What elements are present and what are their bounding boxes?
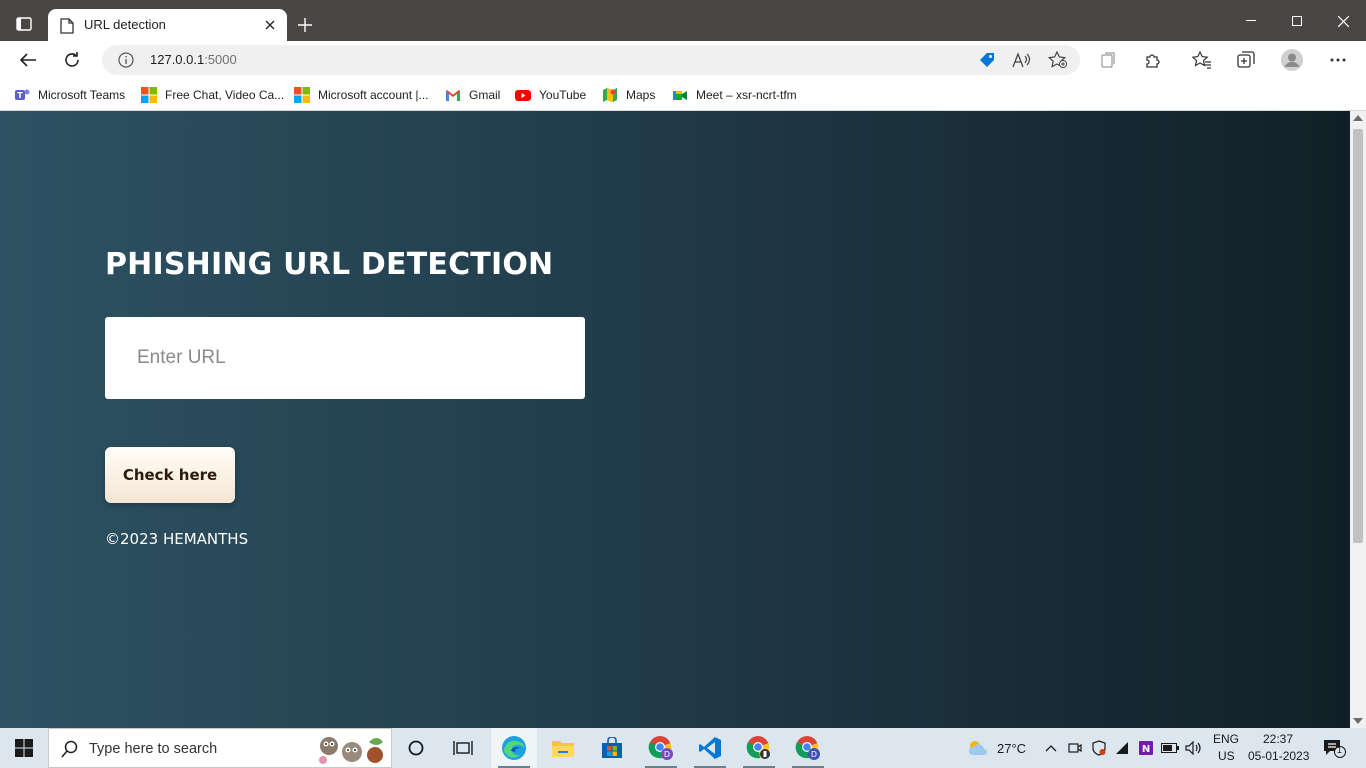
volume-icon[interactable] bbox=[1185, 740, 1203, 756]
weather-icon[interactable] bbox=[966, 737, 990, 759]
tab-title: URL detection bbox=[84, 17, 166, 32]
bookmark-free-chat[interactable]: Free Chat, Video Ca... bbox=[141, 85, 284, 105]
browser-toolbar: 127.0.0.1:5000 bbox=[0, 41, 1366, 79]
search-placeholder: Type here to search bbox=[89, 741, 218, 757]
bookmarks-bar: T Microsoft Teams Free Chat, Video Ca...… bbox=[0, 79, 1366, 111]
windows-taskbar: Type here to search D D 27°C N ENG US 22… bbox=[0, 728, 1366, 768]
task-view-icon[interactable] bbox=[440, 728, 486, 768]
page-title: PHISHING URL DETECTION bbox=[105, 247, 554, 282]
address-url[interactable]: 127.0.0.1:5000 bbox=[150, 52, 237, 67]
footer-copyright: ©2023 HEMANTHS bbox=[105, 530, 249, 548]
address-bar[interactable]: 127.0.0.1:5000 bbox=[102, 45, 1080, 75]
taskbar-microsoft-store-icon[interactable] bbox=[589, 728, 635, 768]
bookmark-label: Microsoft Teams bbox=[38, 88, 126, 102]
check-here-button[interactable]: Check here bbox=[105, 447, 235, 503]
svg-text:N: N bbox=[1142, 744, 1150, 755]
page-content: PHISHING URL DETECTION Check here ©2023 … bbox=[0, 111, 1350, 728]
bookmark-label: Maps bbox=[626, 88, 656, 102]
site-info-icon[interactable] bbox=[118, 52, 134, 68]
close-window-icon[interactable] bbox=[1328, 8, 1358, 34]
onenote-icon[interactable]: N bbox=[1137, 740, 1155, 756]
clock-time[interactable]: 22:37 bbox=[1263, 732, 1293, 746]
network-icon[interactable] bbox=[1113, 740, 1131, 756]
windows-start-icon[interactable] bbox=[0, 728, 48, 768]
meet-icon bbox=[673, 91, 687, 100]
weather-temperature[interactable]: 27°C bbox=[997, 741, 1026, 756]
settings-more-icon[interactable] bbox=[1324, 47, 1352, 73]
svg-text:D: D bbox=[664, 750, 670, 759]
bookmark-meet[interactable]: Meet – xsr-ncrt-tfm bbox=[672, 85, 797, 105]
page-icon bbox=[60, 18, 74, 34]
show-hidden-icons-chevron-up-icon[interactable] bbox=[1042, 740, 1060, 756]
bookmark-label: Microsoft account |... bbox=[318, 88, 429, 102]
coupon-tag-icon[interactable] bbox=[976, 50, 998, 70]
bookmark-label: YouTube bbox=[539, 88, 587, 102]
refresh-icon[interactable] bbox=[58, 47, 86, 73]
collections-icon[interactable] bbox=[1232, 47, 1260, 73]
microsoft-logo-icon bbox=[294, 87, 310, 103]
close-tab-icon[interactable] bbox=[261, 16, 279, 34]
notification-count: 1 bbox=[1337, 745, 1343, 755]
new-tab-icon[interactable] bbox=[294, 14, 316, 36]
input-language[interactable]: ENG bbox=[1213, 732, 1239, 746]
meet-now-icon[interactable] bbox=[1066, 740, 1084, 756]
scroll-down-icon[interactable] bbox=[1353, 718, 1363, 724]
cortana-icon[interactable] bbox=[393, 728, 439, 768]
maps-icon bbox=[603, 88, 617, 102]
youtube-icon bbox=[515, 90, 531, 101]
taskbar-chrome-profile-2-icon[interactable]: D bbox=[785, 728, 831, 768]
taskbar-search-box[interactable]: Type here to search bbox=[48, 728, 392, 768]
bookmark-microsoft-account[interactable]: Microsoft account |... bbox=[294, 85, 429, 105]
svg-text:T: T bbox=[17, 91, 23, 100]
back-icon[interactable] bbox=[14, 47, 42, 73]
bookmark-gmail[interactable]: Gmail bbox=[445, 85, 500, 105]
bookmark-microsoft-teams[interactable]: T Microsoft Teams bbox=[14, 85, 125, 105]
gmail-icon bbox=[446, 90, 460, 101]
scroll-up-icon[interactable] bbox=[1353, 115, 1363, 121]
taskbar-edge-icon[interactable] bbox=[491, 728, 537, 768]
tab-actions-icon[interactable] bbox=[8, 10, 40, 38]
search-icon bbox=[61, 740, 79, 762]
maximize-icon[interactable] bbox=[1282, 8, 1312, 34]
security-shield-icon[interactable] bbox=[1090, 740, 1108, 756]
bookmark-label: Gmail bbox=[469, 88, 501, 102]
bookmark-maps[interactable]: Maps bbox=[602, 85, 655, 105]
browser-titlebar: URL detection bbox=[0, 0, 1366, 41]
taskbar-vscode-icon[interactable] bbox=[687, 728, 733, 768]
taskbar-chrome-icon[interactable] bbox=[736, 728, 782, 768]
clock-date[interactable]: 05-01-2023 bbox=[1248, 749, 1309, 763]
extensions-icon[interactable] bbox=[1139, 47, 1167, 73]
svg-text:D: D bbox=[811, 750, 817, 759]
read-aloud-icon[interactable] bbox=[1011, 50, 1033, 70]
battery-icon[interactable] bbox=[1161, 740, 1179, 756]
minimize-icon[interactable] bbox=[1236, 8, 1266, 34]
input-region[interactable]: US bbox=[1218, 749, 1235, 763]
bookmark-label: Free Chat, Video Ca... bbox=[165, 88, 285, 102]
taskbar-file-explorer-icon[interactable] bbox=[540, 728, 586, 768]
page-scrollbar[interactable] bbox=[1350, 111, 1366, 728]
microsoft-logo-icon bbox=[141, 87, 157, 103]
scrollbar-thumb[interactable] bbox=[1353, 129, 1363, 543]
add-favorite-icon[interactable] bbox=[1047, 50, 1069, 70]
profile-avatar-icon[interactable] bbox=[1278, 47, 1306, 73]
favorites-icon[interactable] bbox=[1188, 47, 1216, 73]
search-highlight-doodle-icon bbox=[319, 737, 383, 764]
taskbar-chrome-profile-icon[interactable]: D bbox=[638, 728, 684, 768]
bookmark-youtube[interactable]: YouTube bbox=[515, 85, 586, 105]
tab-url-detection[interactable]: URL detection bbox=[48, 9, 287, 41]
notifications-icon[interactable]: 1 bbox=[1322, 738, 1348, 758]
collections-disabled-icon[interactable] bbox=[1094, 47, 1122, 73]
teams-icon: T bbox=[15, 89, 30, 100]
bookmark-label: Meet – xsr-ncrt-tfm bbox=[696, 88, 797, 102]
url-input[interactable] bbox=[105, 317, 585, 399]
